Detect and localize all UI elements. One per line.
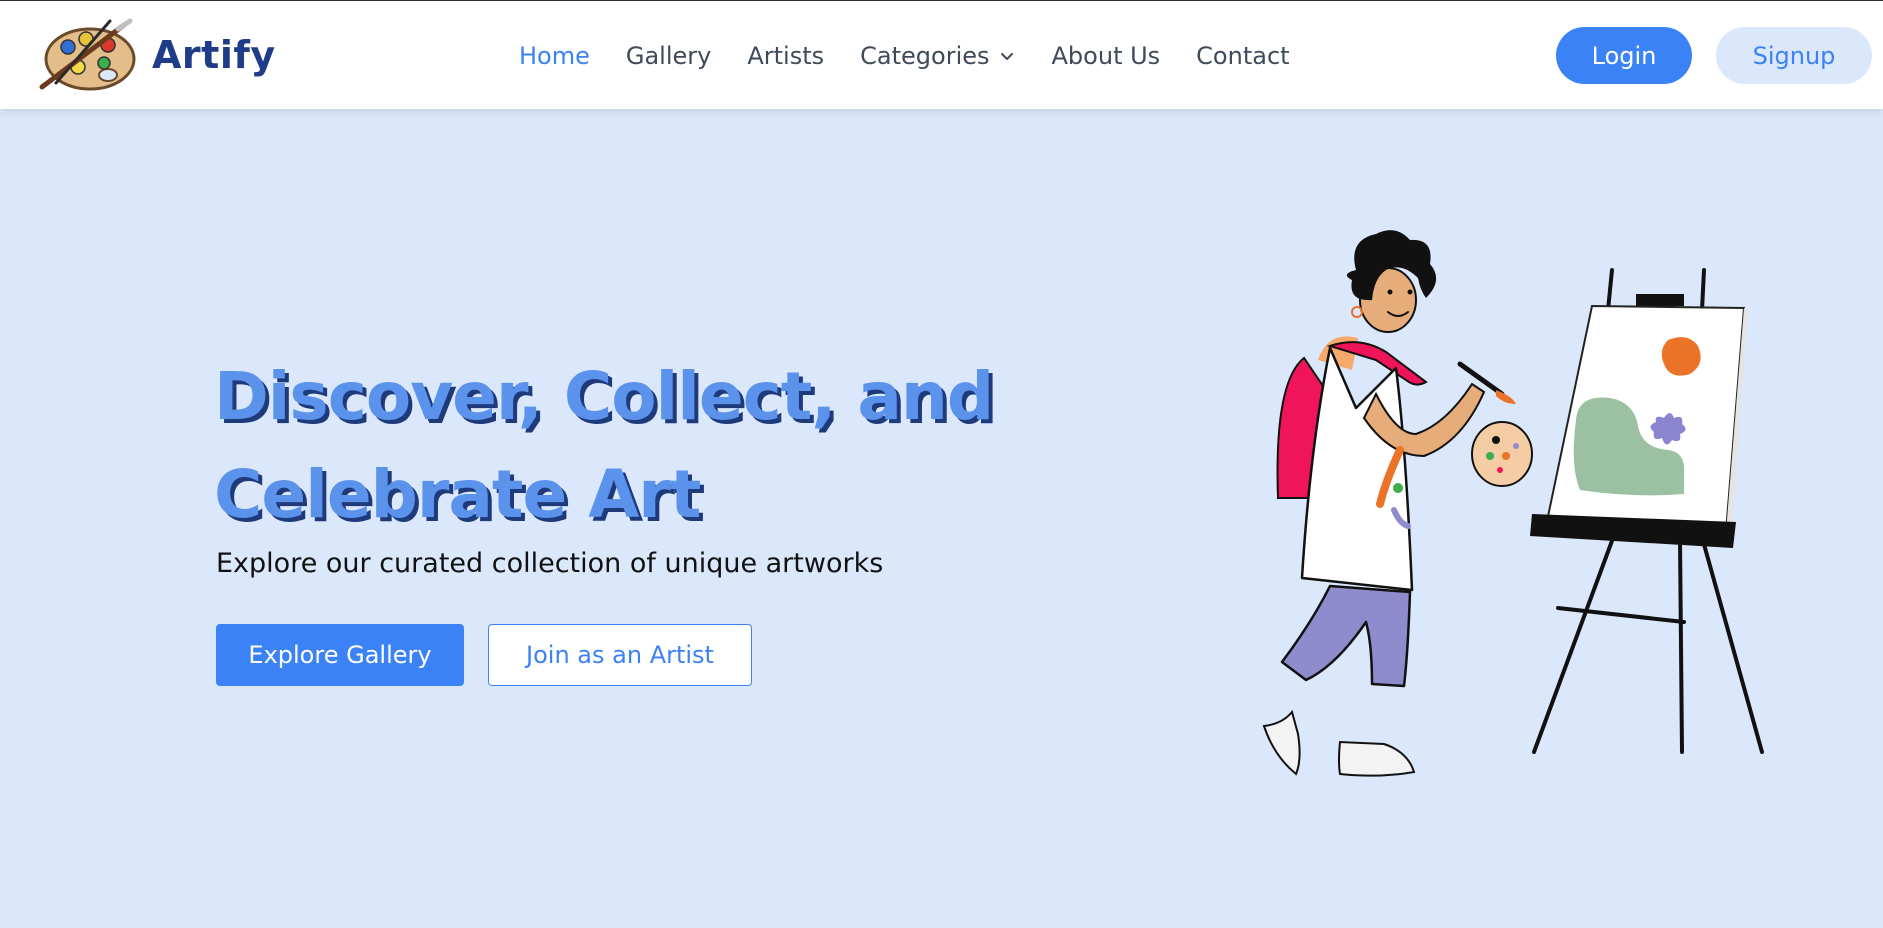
chevron-down-icon [1000,53,1013,60]
brand-name: Artify [152,33,276,77]
nav-link-artists[interactable]: Artists [747,42,824,70]
artist-painting-illustration [1262,230,1764,777]
hero-title: Discover, Collect, and Celebrate Art [214,348,1074,544]
nav-link-contact[interactable]: Contact [1196,42,1289,70]
hero-title-line-2: Celebrate Art [214,456,701,533]
hero-subtitle: Explore our curated collection of unique… [216,548,884,579]
brand[interactable]: Artify [38,17,276,93]
hero-title-line-1: Discover, Collect, and [214,358,994,435]
nav-link-categories-label: Categories [860,42,990,70]
signup-button[interactable]: Signup [1716,27,1872,84]
join-as-artist-button[interactable]: Join as an Artist [488,624,752,686]
nav-link-categories[interactable]: Categories [860,42,1015,70]
nav-link-about-us[interactable]: About Us [1052,42,1161,70]
nav-link-gallery[interactable]: Gallery [626,42,711,70]
login-button[interactable]: Login [1556,27,1692,84]
main-nav: Home Gallery Artists Categories About Us… [519,37,1326,75]
navbar: Artify Home Gallery Artists Categories A… [0,1,1883,109]
explore-gallery-button[interactable]: Explore Gallery [216,624,464,686]
paint-palette-icon [39,18,136,91]
nav-link-home[interactable]: Home [519,42,590,70]
